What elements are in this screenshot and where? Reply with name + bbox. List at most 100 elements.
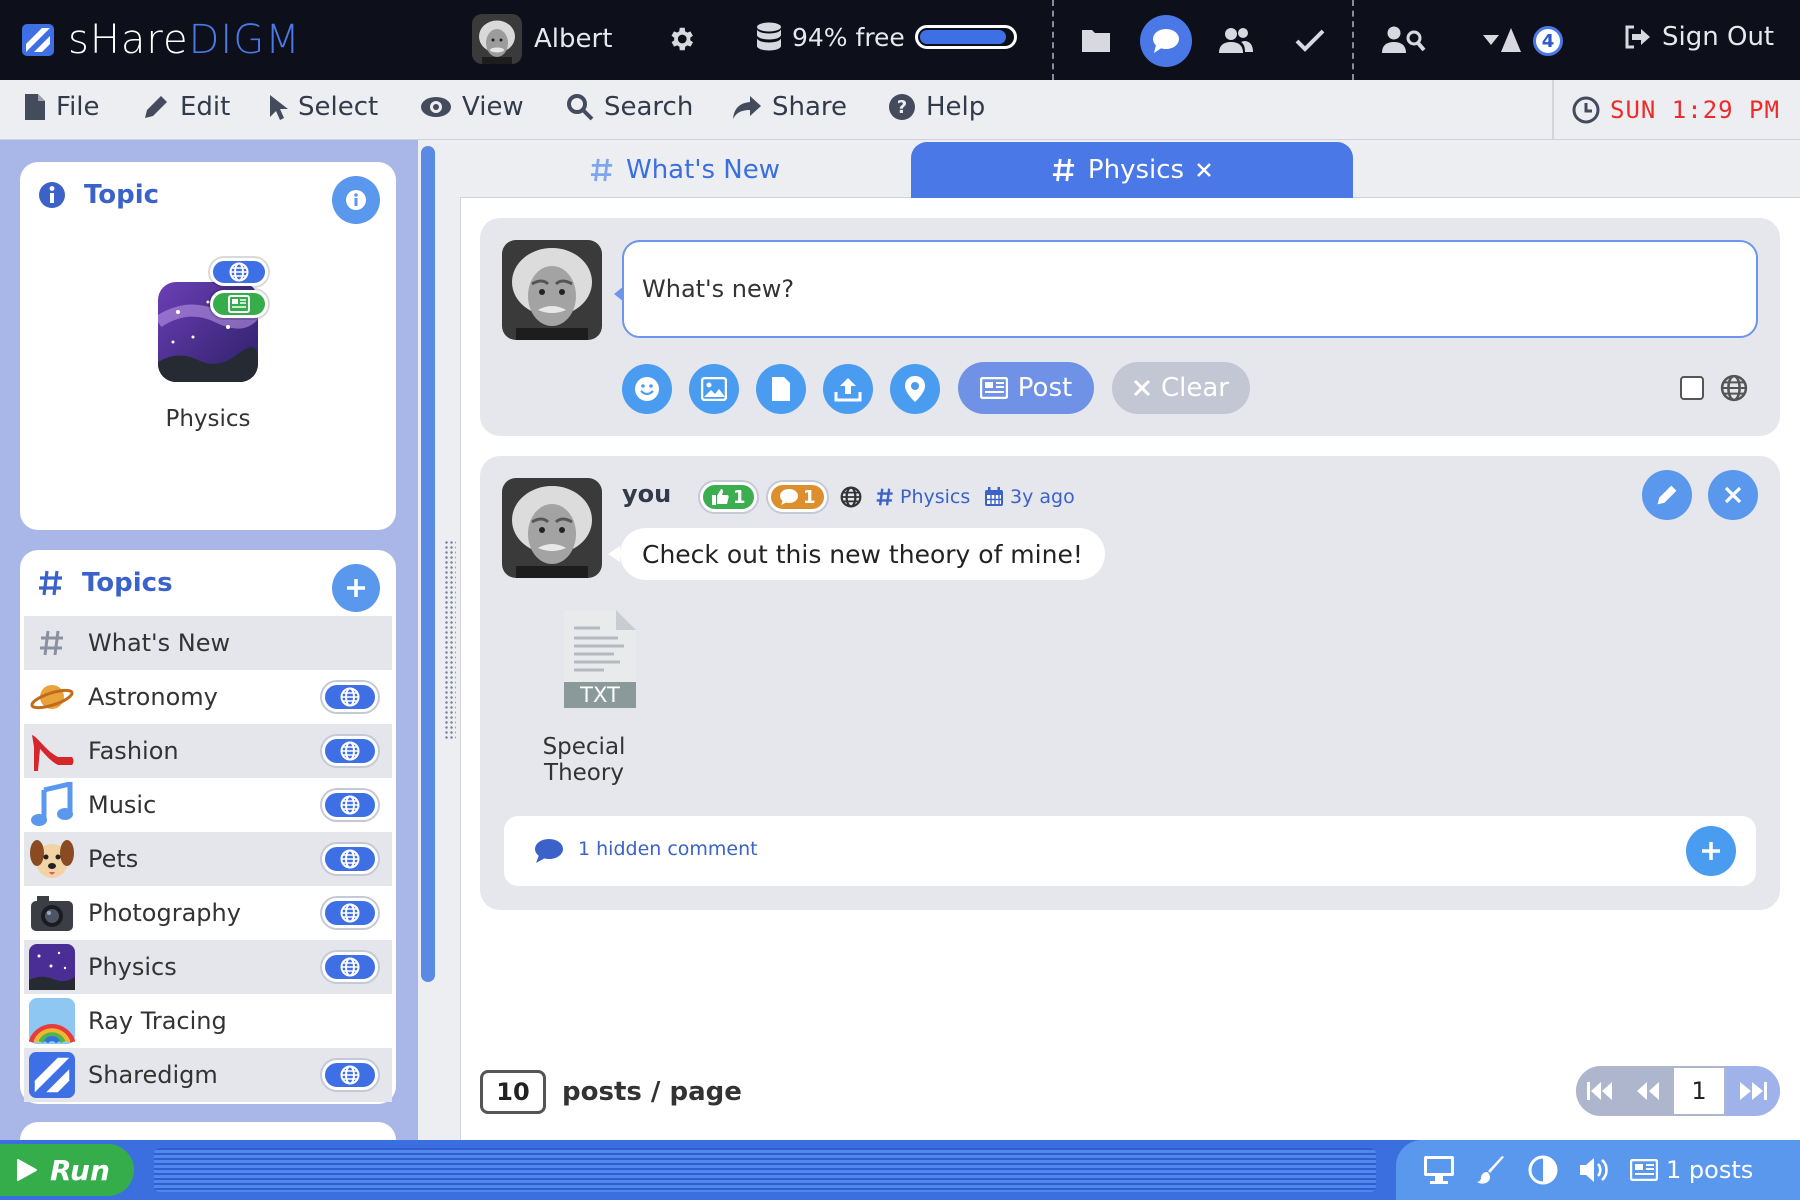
top-bar: sHareDIGM Albert 94% free 4 Sign Out <box>0 0 1800 80</box>
comments-badge[interactable]: 1 <box>768 482 827 512</box>
clear-button[interactable]: Clear <box>1112 362 1250 414</box>
globe-icon <box>322 736 378 766</box>
sign-out-button[interactable]: Sign Out <box>1624 22 1774 52</box>
topic-item-photography[interactable]: Photography <box>24 886 392 940</box>
attach-file-button[interactable] <box>756 364 806 414</box>
tab-physics[interactable]: Physics <box>911 142 1353 198</box>
clear-button-label: Clear <box>1161 373 1229 403</box>
menu-view[interactable]: View <box>420 92 524 122</box>
storage-indicator[interactable]: 94% free <box>756 22 1017 52</box>
topic-item-physics[interactable]: Physics <box>24 940 392 994</box>
rainbow-icon <box>26 996 78 1046</box>
music-note-icon <box>26 780 78 830</box>
close-icon[interactable] <box>1196 162 1212 178</box>
clock-icon <box>1572 96 1600 124</box>
emoji-button[interactable] <box>622 364 672 414</box>
newsfeed-badge <box>210 290 268 318</box>
close-icon <box>1724 486 1742 504</box>
settings-gear-icon[interactable] <box>666 24 696 54</box>
menu-help[interactable]: ? Help <box>888 92 985 122</box>
topic-item-fashion[interactable]: Fashion <box>24 724 392 778</box>
previous-page-button[interactable] <box>1624 1066 1672 1116</box>
alert-icon <box>1501 28 1521 52</box>
notifications-dropdown[interactable] <box>1480 18 1524 62</box>
hash-icon <box>26 618 78 668</box>
database-icon <box>757 22 781 51</box>
menu-share[interactable]: Share <box>732 92 847 122</box>
edit-post-button[interactable] <box>1642 470 1692 520</box>
topic-item-whats-new[interactable]: What's New <box>24 616 392 670</box>
post-topic-link[interactable]: Physics <box>876 486 970 508</box>
topic-item-pets[interactable]: Pets <box>24 832 392 886</box>
post-message: Check out this new theory of mine! <box>620 528 1105 580</box>
add-topic-button[interactable] <box>332 564 380 612</box>
svg-text:?: ? <box>897 97 907 118</box>
planet-icon <box>26 672 78 722</box>
run-button[interactable]: Run <box>0 1144 134 1196</box>
hash-icon <box>1052 158 1075 182</box>
menu-label: File <box>56 92 100 122</box>
tab-label: What's New <box>626 155 780 185</box>
desktop-icon[interactable] <box>1422 1153 1456 1187</box>
pointer-icon <box>270 95 288 120</box>
menu-label: View <box>462 92 524 122</box>
current-page[interactable]: 1 <box>1672 1066 1726 1116</box>
likes-count: 1 <box>733 486 746 508</box>
tab-whats-new[interactable]: What's New <box>460 142 910 198</box>
tab-bar: What's New Physics <box>460 140 1800 198</box>
post-author-avatar[interactable] <box>502 478 602 578</box>
volume-icon[interactable] <box>1578 1153 1612 1187</box>
app-logo[interactable]: sHareDIGM <box>22 17 301 63</box>
menu-select[interactable]: Select <box>268 92 378 122</box>
topic-info-button[interactable] <box>332 176 380 224</box>
add-location-button[interactable] <box>890 364 940 414</box>
chat-icon[interactable] <box>1140 15 1192 67</box>
likes-badge[interactable]: 1 <box>700 482 757 512</box>
clock: SUN 1:29 PM <box>1552 80 1800 140</box>
topic-item-music[interactable]: Music <box>24 778 392 832</box>
splitter-grip[interactable] <box>444 540 456 740</box>
contrast-icon[interactable] <box>1526 1153 1560 1187</box>
run-label: Run <box>50 1153 110 1187</box>
topic-item-label: What's New <box>88 629 231 657</box>
posts-per-page-input[interactable]: 10 <box>480 1070 546 1114</box>
find-user-icon[interactable] <box>1382 18 1426 62</box>
sidebar-scrollbar[interactable] <box>421 146 435 982</box>
hidden-comments-link[interactable]: 1 hidden comment <box>578 838 758 860</box>
topic-card-title: Topic <box>84 180 160 210</box>
attachment-name[interactable]: Special Theory <box>508 734 660 786</box>
comments-bar: 1 hidden comment <box>504 816 1756 886</box>
skip-start-icon <box>1587 1082 1612 1100</box>
add-image-button[interactable] <box>689 364 739 414</box>
tab-label: Physics <box>1087 155 1185 185</box>
first-page-button[interactable] <box>1576 1066 1624 1116</box>
plus-icon <box>1702 842 1720 860</box>
public-checkbox[interactable] <box>1680 376 1704 400</box>
post-date: 3y ago <box>984 486 1075 508</box>
menu-edit[interactable]: Edit <box>142 92 230 122</box>
composer-avatar <box>502 240 602 340</box>
divider <box>1052 0 1054 80</box>
user-menu[interactable]: Albert <box>472 14 612 64</box>
post-button[interactable]: Post <box>958 362 1094 414</box>
topics-list: What's New Astronomy Fashion Music Pets … <box>24 616 392 1102</box>
topic-item-ray-tracing[interactable]: Ray Tracing <box>24 994 392 1048</box>
next-page-button[interactable] <box>1726 1066 1780 1116</box>
paintbrush-icon[interactable] <box>1474 1153 1508 1187</box>
txt-file-icon[interactable]: TXT <box>560 606 640 712</box>
new-post-input[interactable] <box>622 240 1758 338</box>
globe-icon <box>322 1060 378 1090</box>
topic-item-label: Astronomy <box>88 683 218 711</box>
upload-button[interactable] <box>823 364 873 414</box>
topic-item-astronomy[interactable]: Astronomy <box>24 670 392 724</box>
add-comment-button[interactable] <box>1686 826 1736 876</box>
tasks-check-icon[interactable] <box>1288 18 1332 62</box>
folder-icon[interactable] <box>1074 18 1118 62</box>
connections-icon[interactable] <box>1214 18 1258 62</box>
post-author[interactable]: you <box>622 480 671 508</box>
menu-file[interactable]: File <box>24 92 100 122</box>
topic-item-sharedigm[interactable]: Sharedigm <box>24 1048 392 1102</box>
delete-post-button[interactable] <box>1708 470 1758 520</box>
post-age: 3y ago <box>1010 486 1075 508</box>
menu-search[interactable]: Search <box>566 92 693 122</box>
